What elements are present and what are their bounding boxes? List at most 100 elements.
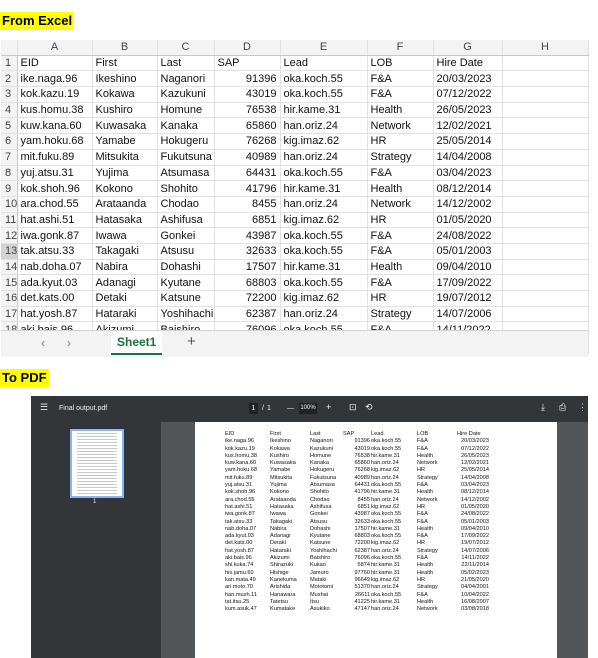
row-header[interactable]: 11 <box>1 212 18 229</box>
cell[interactable]: 14/12/2002 <box>433 196 503 213</box>
cell[interactable] <box>502 133 589 150</box>
cell[interactable]: oka.koch.55 <box>280 243 368 260</box>
cell[interactable]: HR <box>367 212 434 229</box>
cell[interactable]: Atsusu <box>157 243 215 260</box>
column-header[interactable]: G <box>433 40 503 56</box>
column-header[interactable]: F <box>367 40 434 56</box>
cell[interactable]: 76268 <box>214 133 281 150</box>
add-sheet-button[interactable]: + <box>187 333 196 350</box>
cell[interactable]: ada.kyut.03 <box>17 274 93 291</box>
cell[interactable]: hat.ashi.51 <box>17 212 93 229</box>
cell[interactable]: Dohashi <box>157 259 215 276</box>
cell[interactable]: 17507 <box>214 259 281 276</box>
cell[interactable]: Shohito <box>157 180 215 197</box>
cell[interactable]: ike.naga.96 <box>17 70 93 88</box>
cell[interactable]: 32633 <box>214 243 281 260</box>
rotate-icon[interactable]: ⟲ <box>365 402 373 412</box>
cell[interactable]: kuw.kana.60 <box>17 117 93 135</box>
cell[interactable]: 01/05/2020 <box>433 212 503 229</box>
cell[interactable]: 19/07/2012 <box>433 290 503 307</box>
cell[interactable] <box>502 117 589 135</box>
row-header[interactable]: 7 <box>1 149 18 166</box>
cell[interactable]: hir.kame.31 <box>280 102 368 119</box>
cell[interactable]: kok.shoh.96 <box>17 180 93 197</box>
cell[interactable]: 12/02/2021 <box>433 117 503 135</box>
cell[interactable]: Gonkei <box>157 227 215 244</box>
cell[interactable] <box>502 274 589 291</box>
cell[interactable]: mit.fuku.89 <box>17 149 93 166</box>
cell[interactable]: 07/12/2022 <box>433 86 503 103</box>
column-header[interactable]: B <box>92 40 158 56</box>
cell[interactable] <box>502 196 589 213</box>
cell[interactable]: oka.koch.55 <box>280 165 368 182</box>
next-sheet-button[interactable]: › <box>67 336 71 350</box>
cell[interactable]: Detaki <box>92 290 158 307</box>
cell[interactable]: F&A <box>367 86 434 103</box>
cell[interactable]: SAP <box>214 55 281 72</box>
cell[interactable]: 20/03/2023 <box>433 70 503 88</box>
cell[interactable]: Ashifusa <box>157 212 215 229</box>
row-header[interactable]: 5 <box>1 117 18 135</box>
cell[interactable]: oka.koch.55 <box>280 86 368 103</box>
cell[interactable]: kig.imaz.62 <box>280 133 368 150</box>
cell[interactable]: Hokugeru <box>157 133 215 150</box>
cell[interactable]: hat.yosh.87 <box>17 306 93 323</box>
cell[interactable]: Hatasaka <box>92 212 158 229</box>
cell[interactable] <box>502 306 589 323</box>
cell[interactable] <box>502 212 589 229</box>
cell[interactable]: yuj.atsu.31 <box>17 165 93 182</box>
cell[interactable]: 72200 <box>214 290 281 307</box>
cell[interactable]: 65860 <box>214 117 281 135</box>
cell[interactable]: Health <box>367 102 434 119</box>
cell[interactable]: ara.chod.55 <box>17 196 93 213</box>
zoom-out-button[interactable]: — <box>287 404 294 414</box>
row-header[interactable]: 14 <box>1 259 18 276</box>
download-icon[interactable]: ⤓ <box>541 402 545 412</box>
cell[interactable]: Fukutsuna <box>157 149 215 166</box>
cell[interactable]: 6851 <box>214 212 281 229</box>
cell[interactable] <box>502 227 589 244</box>
cell[interactable]: 24/08/2022 <box>433 227 503 244</box>
cell[interactable]: F&A <box>367 243 434 260</box>
cell[interactable]: Last <box>157 55 215 72</box>
cell[interactable]: 25/05/2014 <box>433 133 503 150</box>
column-header[interactable]: C <box>157 40 215 56</box>
cell[interactable]: LOB <box>367 55 434 72</box>
cell[interactable]: Hire Date <box>433 55 503 72</box>
cell[interactable]: 8455 <box>214 196 281 213</box>
cell[interactable]: F&A <box>367 274 434 291</box>
cell[interactable]: nab.doha.07 <box>17 259 93 276</box>
cell[interactable]: 05/01/2003 <box>433 243 503 260</box>
row-header[interactable]: 12 <box>1 227 18 244</box>
cell[interactable]: Chodao <box>157 196 215 213</box>
page-thumbnail[interactable] <box>70 429 124 498</box>
cell[interactable]: Hataraki <box>92 306 158 323</box>
cell[interactable]: oka.koch.55 <box>280 227 368 244</box>
cell[interactable]: Homune <box>157 102 215 119</box>
cell[interactable]: Kazukuni <box>157 86 215 103</box>
row-header[interactable]: 2 <box>1 70 18 88</box>
cell[interactable]: Kokawa <box>92 86 158 103</box>
cell[interactable]: oka.koch.55 <box>280 70 368 88</box>
cell[interactable]: HR <box>367 290 434 307</box>
cell[interactable]: Arataanda <box>92 196 158 213</box>
zoom-level[interactable]: 100% <box>299 403 317 414</box>
cell[interactable]: 40989 <box>214 149 281 166</box>
more-options-icon[interactable]: ⋮ <box>578 402 587 412</box>
column-header[interactable]: H <box>502 40 589 56</box>
cell[interactable]: 68803 <box>214 274 281 291</box>
zoom-in-button[interactable]: + <box>326 402 331 412</box>
row-header[interactable]: 4 <box>1 102 18 119</box>
cell[interactable]: EID <box>17 55 93 72</box>
row-header[interactable]: 9 <box>1 180 18 197</box>
cell[interactable]: Ikeshino <box>92 70 158 88</box>
grid-corner[interactable] <box>1 40 18 56</box>
cell[interactable]: Iwawa <box>92 227 158 244</box>
cell[interactable]: 76538 <box>214 102 281 119</box>
cell[interactable] <box>502 70 589 88</box>
cell[interactable]: 03/04/2023 <box>433 165 503 182</box>
menu-icon[interactable]: ☰ <box>40 402 48 412</box>
cell[interactable]: kig.imaz.62 <box>280 290 368 307</box>
row-header[interactable]: 3 <box>1 86 18 103</box>
cell[interactable]: Kanaka <box>157 117 215 135</box>
